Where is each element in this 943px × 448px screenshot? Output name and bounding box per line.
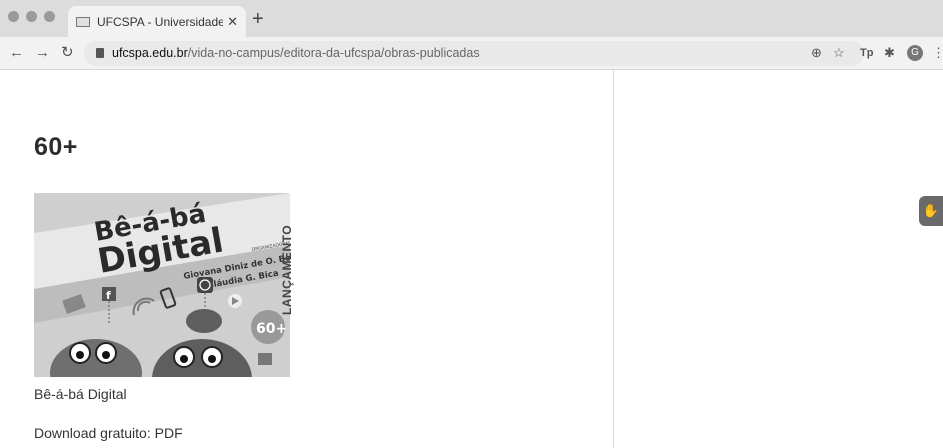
zoom-icon[interactable]: ⊕	[811, 45, 822, 61]
maximize-window-icon[interactable]	[44, 11, 55, 22]
tab-bar: UFCSPA - Universidade Federa ✕ +	[0, 0, 943, 37]
book-cover-illustration: Bê-á-bá Digital ORGANIZADORAS Giovana Di…	[34, 193, 290, 377]
extensions-puzzle-icon[interactable]: ✱	[884, 45, 895, 61]
bookmark-star-icon[interactable]: ☆	[833, 45, 845, 61]
tab-title: UFCSPA - Universidade Federa	[97, 14, 224, 29]
lock-icon	[96, 48, 104, 58]
download-prefix: Download gratuito:	[34, 425, 155, 441]
pdf-download-link[interactable]: PDF	[155, 425, 183, 441]
column-divider	[613, 70, 614, 448]
reload-icon[interactable]: ↻	[61, 45, 74, 61]
url-text[interactable]: ufcspa.edu.br/vida-no-campus/editora-da-…	[112, 46, 480, 60]
window-controls	[8, 11, 55, 22]
svg-text:f: f	[106, 289, 111, 302]
close-window-icon[interactable]	[8, 11, 19, 22]
svg-text:60+: 60+	[256, 321, 287, 337]
address-bar[interactable]: ufcspa.edu.br/vida-no-campus/editora-da-…	[84, 41, 864, 66]
menu-kebab-icon[interactable]: ⋮	[932, 45, 943, 61]
new-tab-icon[interactable]: +	[252, 9, 264, 29]
download-line: Download gratuito: PDF	[34, 425, 183, 441]
accessibility-widget-icon[interactable]: ✋	[919, 196, 943, 226]
page-title: 60+	[34, 133, 78, 161]
book-title: Bê-á-bá Digital	[34, 386, 127, 402]
book-cover-image[interactable]: Bê-á-bá Digital ORGANIZADORAS Giovana Di…	[34, 193, 290, 377]
close-tab-icon[interactable]: ✕	[227, 14, 238, 30]
tp-extension-icon[interactable]: Tp	[860, 45, 873, 61]
favicon-icon	[76, 16, 90, 27]
page-content: 60+ Bê-á-bá Digital ORGANIZADORAS Giovan…	[0, 70, 943, 448]
launch-label: LANÇAMENTO	[280, 224, 294, 316]
forward-icon[interactable]: →	[35, 45, 50, 61]
browser-toolbar: ← → ↻ ufcspa.edu.br/vida-no-campus/edito…	[0, 37, 943, 70]
minimize-window-icon[interactable]	[26, 11, 37, 22]
browser-tab[interactable]: UFCSPA - Universidade Federa ✕	[68, 6, 246, 37]
profile-avatar[interactable]: G	[907, 45, 923, 61]
back-icon[interactable]: ←	[9, 45, 24, 61]
